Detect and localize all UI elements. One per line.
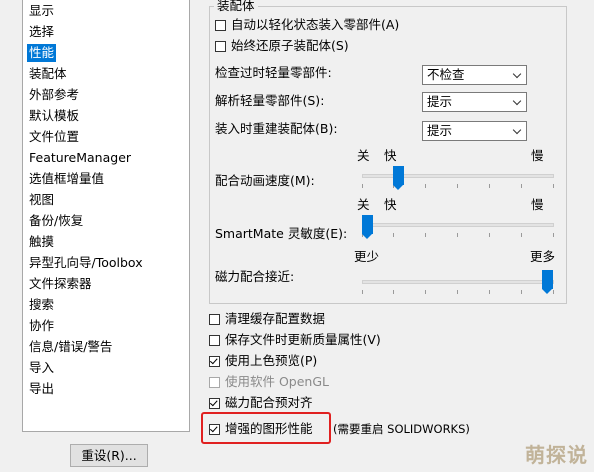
rebuild-on-load-label: 装入时重建装配体(B): [215,121,338,136]
category-display[interactable]: 显示 [27,2,56,20]
purge-cache-label: 清理缓存配置数据 [225,311,326,326]
category-file-explorer[interactable]: 文件探索器 [27,275,94,293]
rebuild-on-load-value: 提示 [427,123,453,138]
category-external-references[interactable]: 外部参考 [27,86,81,104]
smartmate-ticks [362,233,554,237]
smartmate-slider[interactable] [362,215,373,239]
resolve-lightweight-dropdown[interactable]: 提示 [422,92,527,112]
category-selection[interactable]: 选择 [27,23,56,41]
auto-lightweight-checkbox[interactable] [215,19,226,31]
category-assembly[interactable]: 装配体 [27,65,69,83]
software-opengl-label: 使用软件 OpenGL [225,374,330,389]
reset-button[interactable]: 重设(R)... [70,444,148,467]
restart-note: (需要重启 SOLIDWORKS) [333,422,470,436]
software-opengl-option: 使用软件 OpenGL [209,373,329,391]
smartmate-label: SmartMate 灵敏度(E): [215,226,348,241]
magnetic-prealign-label: 磁力配合预对齐 [225,395,313,410]
options-category-list[interactable]: 显示 选择 性能 装配体 外部参考 默认模板 文件位置 FeatureManag… [22,0,190,432]
always-resolve-checkbox[interactable] [215,40,226,52]
resolve-lightweight-label: 解析轻量零部件(S): [215,93,325,108]
category-export[interactable]: 导出 [27,380,56,398]
assembly-group-title: 装配体 [214,0,258,14]
always-resolve-option[interactable]: 始终还原子装配体(S) [215,37,349,55]
mate-speed-fast-label: 快 [384,148,397,163]
chevron-down-icon [512,69,522,79]
magnetic-prealign-checkbox[interactable] [209,397,220,409]
rebuild-on-load-dropdown[interactable]: 提示 [422,121,527,141]
category-default-templates[interactable]: 默认模板 [27,107,81,125]
check-outdated-dropdown[interactable]: 不检查 [422,65,527,85]
mate-speed-off-label: 关 [357,148,370,163]
software-opengl-checkbox [209,376,220,388]
highlight-annotation [201,412,331,444]
smartmate-track [362,223,554,227]
category-collaboration[interactable]: 协作 [27,317,56,335]
shaded-preview-label: 使用上色预览(P) [225,353,318,368]
category-spin-box-increments[interactable]: 选值框增量值 [27,170,106,188]
smartmate-off-label: 关 [357,197,370,212]
check-outdated-value: 不检查 [427,67,465,82]
always-resolve-label: 始终还原子装配体(S) [231,38,349,53]
mate-speed-slow-label: 慢 [531,148,544,163]
magnetic-prealign-option[interactable]: 磁力配合预对齐 [209,394,313,412]
smartmate-slow-label: 慢 [531,197,544,212]
category-file-locations[interactable]: 文件位置 [27,128,81,146]
save-update-mass-label: 保存文件时更新质量属性(V) [225,332,381,347]
category-featuremanager[interactable]: FeatureManager [27,149,133,167]
magnetic-less-label: 更少 [354,249,380,264]
magnetic-more-label: 更多 [530,249,556,264]
category-view[interactable]: 视图 [27,191,56,209]
auto-lightweight-label: 自动以轻化状态装入零部件(A) [231,17,400,32]
category-import[interactable]: 导入 [27,359,56,377]
category-hole-wizard-toolbox[interactable]: 异型孔向导/Toolbox [27,254,145,272]
category-touch[interactable]: 触摸 [27,233,56,251]
magnetic-mate-slider[interactable] [542,270,553,294]
category-performance[interactable]: 性能 [27,44,57,62]
magnetic-mate-label: 磁力配合接近: [215,269,295,284]
mate-speed-ticks [362,184,554,188]
shaded-preview-checkbox[interactable] [209,355,220,367]
category-messages-errors-warnings[interactable]: 信息/错误/警告 [27,338,114,356]
save-update-mass-checkbox[interactable] [209,334,220,346]
purge-cache-checkbox[interactable] [209,313,220,325]
category-backup-recover[interactable]: 备份/恢复 [27,212,85,230]
chevron-down-icon [512,96,522,106]
purge-cache-option[interactable]: 清理缓存配置数据 [209,310,325,328]
resolve-lightweight-value: 提示 [427,94,453,109]
category-search[interactable]: 搜索 [27,296,56,314]
save-update-mass-option[interactable]: 保存文件时更新质量属性(V) [209,331,381,349]
mate-speed-label: 配合动画速度(M): [215,173,315,188]
smartmate-fast-label: 快 [384,197,397,212]
auto-lightweight-option[interactable]: 自动以轻化状态装入零部件(A) [215,16,399,34]
mate-speed-slider[interactable] [393,166,404,190]
mate-speed-track [362,174,554,178]
watermark: 萌探说 [525,443,588,467]
magnetic-mate-track [362,280,554,284]
shaded-preview-option[interactable]: 使用上色预览(P) [209,352,317,370]
chevron-down-icon [512,125,522,135]
window-edge [0,0,22,472]
magnetic-mate-ticks [362,290,554,294]
check-outdated-label: 检查过时轻量零部件: [215,65,332,80]
